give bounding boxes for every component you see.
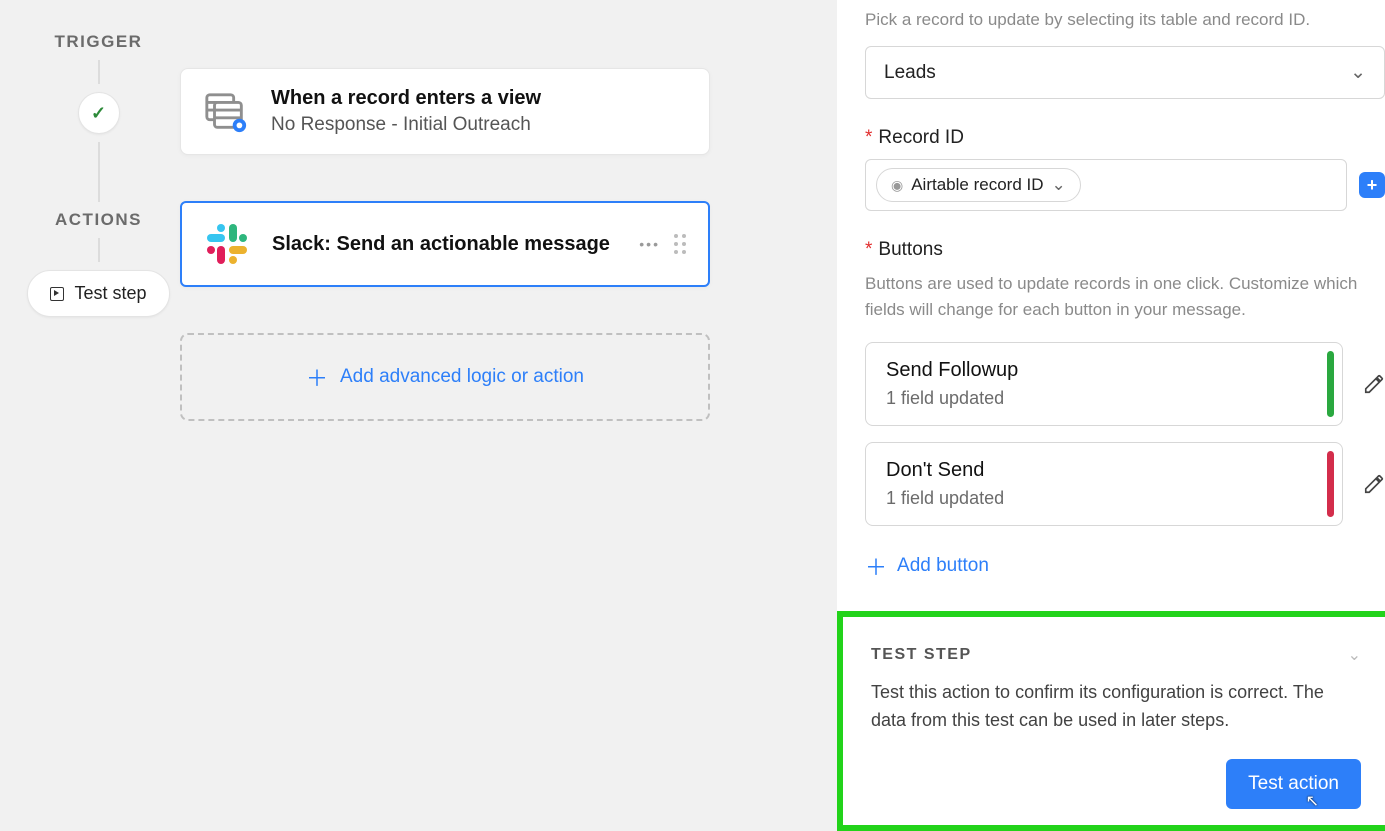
cursor-icon: ↖: [1306, 791, 1319, 811]
slack-icon: [204, 221, 250, 267]
drag-handle-icon[interactable]: [674, 234, 686, 254]
button-card-title: Don't Send: [886, 459, 1322, 482]
trigger-status-circle: ✓: [78, 92, 120, 134]
status-stripe: [1327, 451, 1334, 517]
trigger-card-title: When a record enters a view: [271, 87, 541, 110]
trigger-card-subtitle: No Response - Initial Outreach: [271, 114, 541, 136]
add-action-label: Add advanced logic or action: [340, 366, 584, 388]
test-step-header: TEST STEP: [871, 646, 972, 664]
test-step-pill[interactable]: Test step: [27, 270, 169, 317]
table-select[interactable]: Leads ⌄: [865, 46, 1385, 99]
trigger-section-label: TRIGGER: [16, 32, 181, 52]
record-id-label: * Record ID: [865, 127, 1385, 149]
plus-icon: ＋: [865, 550, 887, 582]
required-asterisk: *: [865, 239, 872, 261]
button-card-sub: 1 field updated: [886, 388, 1322, 409]
buttons-label: * Buttons: [865, 239, 1385, 261]
add-action-button[interactable]: ＋ Add advanced logic or action: [180, 333, 710, 421]
plus-icon: ＋: [306, 361, 328, 393]
status-stripe: [1327, 351, 1334, 417]
test-step-section: TEST STEP ⌄ Test this action to confirm …: [837, 611, 1385, 831]
play-icon: [50, 287, 64, 301]
check-icon: ✓: [91, 103, 106, 124]
chevron-down-icon: ⌄: [1350, 61, 1366, 84]
fingerprint-icon: ◉: [891, 177, 903, 194]
edit-button[interactable]: [1363, 473, 1385, 495]
card-actions: •••: [639, 234, 686, 254]
action-card-slack[interactable]: Slack: Send an actionable message •••: [180, 201, 710, 287]
buttons-help: Buttons are used to update records in on…: [865, 271, 1385, 324]
trigger-card[interactable]: When a record enters a view No Response …: [180, 68, 710, 155]
pick-record-help: Pick a record to update by selecting its…: [865, 10, 1385, 30]
timeline-column: TRIGGER ✓ ACTIONS Test step: [16, 32, 181, 317]
button-config-row: Send Followup 1 field updated: [865, 342, 1385, 426]
button-card-dont-send[interactable]: Don't Send 1 field updated: [865, 442, 1343, 526]
add-token-button[interactable]: +: [1359, 172, 1385, 198]
more-icon[interactable]: •••: [639, 236, 660, 252]
record-view-icon: [203, 89, 249, 135]
record-id-token[interactable]: ◉ Airtable record ID ⌄: [876, 168, 1081, 202]
test-action-button[interactable]: Test action ↖: [1226, 759, 1361, 809]
trigger-card-text: When a record enters a view No Response …: [271, 87, 541, 136]
config-panel: Pick a record to update by selecting its…: [837, 0, 1385, 831]
test-step-label: Test step: [74, 283, 146, 304]
button-card-sub: 1 field updated: [886, 488, 1322, 509]
button-card-title: Send Followup: [886, 359, 1322, 382]
connector-line: [98, 142, 100, 202]
button-config-row: Don't Send 1 field updated: [865, 442, 1385, 526]
record-id-input[interactable]: ◉ Airtable record ID ⌄: [865, 159, 1347, 211]
connector-line: [98, 238, 100, 262]
button-card-send-followup[interactable]: Send Followup 1 field updated: [865, 342, 1343, 426]
cards-column: When a record enters a view No Response …: [180, 68, 710, 421]
chevron-down-icon: ⌄: [1052, 175, 1066, 195]
edit-button[interactable]: [1363, 373, 1385, 395]
add-button-link[interactable]: ＋ Add button: [865, 550, 989, 582]
test-step-description: Test this action to confirm its configur…: [871, 679, 1361, 735]
action-card-title: Slack: Send an actionable message: [272, 233, 610, 256]
table-select-value: Leads: [884, 62, 936, 84]
automation-canvas: TRIGGER ✓ ACTIONS Test step: [0, 0, 837, 831]
connector-line: [98, 60, 100, 84]
actions-section-label: ACTIONS: [16, 210, 181, 230]
action-card-text: Slack: Send an actionable message: [272, 233, 610, 256]
chevron-down-icon[interactable]: ⌄: [1348, 645, 1361, 665]
required-asterisk: *: [865, 127, 872, 149]
